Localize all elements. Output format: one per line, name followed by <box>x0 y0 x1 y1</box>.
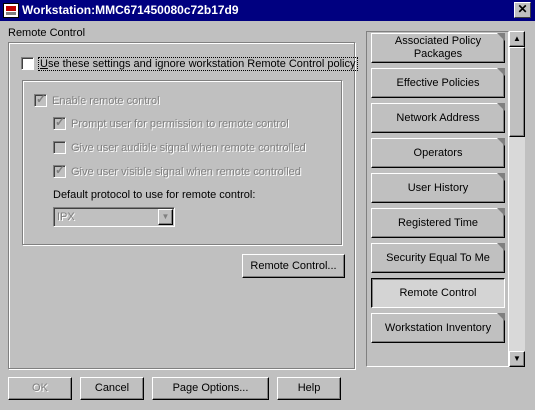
audible-checkbox[interactable] <box>53 141 66 154</box>
chevron-down-icon[interactable]: ▼ <box>158 209 173 225</box>
protocol-value: IPX <box>57 211 75 223</box>
page-options-button[interactable]: Page Options... <box>152 377 269 400</box>
use-settings-label-first: U <box>40 58 48 70</box>
vertical-scrollbar[interactable]: ▲ ▼ <box>509 31 525 367</box>
tab-label: Effective Policies <box>396 76 480 89</box>
tab-label: Security Equal To Me <box>386 251 490 264</box>
ok-button[interactable]: OK <box>8 377 72 400</box>
visible-checkbox[interactable]: ✓ <box>53 163 66 178</box>
window-title: Workstation:MMC671450080c72b17d9 <box>22 3 239 17</box>
use-settings-label-text: se these settings and ignore workstation… <box>47 58 356 70</box>
tab-effective-policies[interactable]: Effective Policies <box>371 68 505 98</box>
prompt-label: Prompt user for permission to remote con… <box>71 118 289 130</box>
remote-control-button[interactable]: Remote Control... <box>242 254 345 278</box>
scroll-thumb[interactable] <box>509 47 525 137</box>
visible-label: Give user visible signal when remote con… <box>71 166 301 178</box>
tab-label: User History <box>407 181 469 194</box>
help-button[interactable]: Help <box>277 377 341 400</box>
protocol-select[interactable]: IPX ▼ <box>53 207 175 227</box>
checkmark-icon: ✓ <box>55 115 66 129</box>
checkmark-icon: ✓ <box>36 92 47 106</box>
enable-remote-checkbox[interactable]: ✓ <box>34 92 47 107</box>
tab-label: Workstation Inventory <box>384 321 492 334</box>
workstation-icon <box>3 3 19 18</box>
tab-workstation-inventory[interactable]: Workstation Inventory <box>371 313 505 343</box>
tab-label: Associated Policy Packages <box>394 35 482 60</box>
close-button[interactable]: ✕ <box>514 2 531 18</box>
section-label: Remote Control <box>8 27 86 39</box>
tab-remote-control[interactable]: Remote Control <box>371 278 505 308</box>
cancel-button[interactable]: Cancel <box>80 377 144 400</box>
tab-associated-policy-packages[interactable]: Associated Policy Packages <box>371 33 505 63</box>
protocol-label: Default protocol to use for remote contr… <box>53 189 256 201</box>
tab-label: Remote Control <box>399 286 477 299</box>
tab-security-equal-to-me[interactable]: Security Equal To Me <box>371 243 505 273</box>
prompt-checkbox[interactable]: ✓ <box>53 115 66 130</box>
audible-label: Give user audible signal when remote con… <box>71 142 306 154</box>
tab-registered-time[interactable]: Registered Time <box>371 208 505 238</box>
tab-network-address[interactable]: Network Address <box>371 103 505 133</box>
scroll-down-button[interactable]: ▼ <box>509 351 525 367</box>
use-settings-label[interactable]: Use these settings and ignore workstatio… <box>38 57 358 71</box>
scroll-up-button[interactable]: ▲ <box>509 31 525 47</box>
tab-label: Network Address <box>396 111 480 124</box>
tab-label: Registered Time <box>397 216 479 229</box>
tab-user-history[interactable]: User History <box>371 173 505 203</box>
tab-operators[interactable]: Operators <box>371 138 505 168</box>
use-settings-checkbox[interactable] <box>21 57 34 70</box>
checkmark-icon: ✓ <box>55 163 66 177</box>
enable-remote-label: Enable remote control <box>52 95 160 107</box>
tab-label: Operators <box>413 146 463 159</box>
title-bar: Workstation:MMC671450080c72b17d9 ✕ <box>0 0 535 21</box>
